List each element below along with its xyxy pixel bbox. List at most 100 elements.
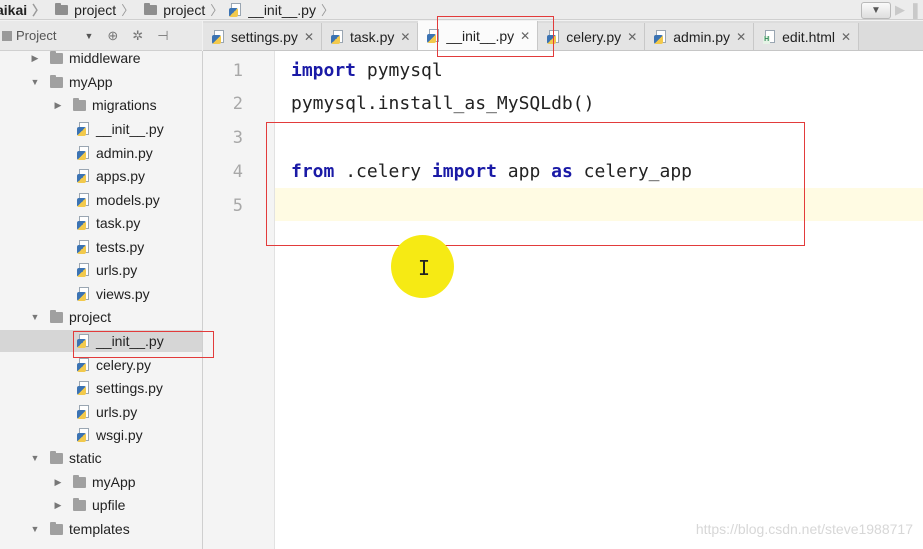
chevron-down-icon[interactable]: ▼ bbox=[30, 524, 40, 534]
close-icon[interactable]: ✕ bbox=[400, 30, 410, 44]
keyword-import: import bbox=[291, 60, 357, 81]
python-file-icon bbox=[77, 193, 91, 207]
tree-folder-static-myapp[interactable]: ▶ myApp bbox=[0, 471, 202, 493]
tab-label: task.py bbox=[350, 28, 395, 45]
html-file-icon: H bbox=[763, 29, 777, 44]
tree-label: myApp bbox=[69, 74, 113, 90]
python-file-icon bbox=[77, 122, 91, 136]
close-icon[interactable]: ✕ bbox=[627, 30, 637, 44]
python-file-icon bbox=[77, 287, 91, 301]
annotation-box-tab bbox=[437, 16, 554, 57]
breadcrumb-label: project bbox=[163, 1, 206, 18]
tree-label: celery.py bbox=[96, 357, 151, 373]
tree-label: upfile bbox=[92, 497, 126, 513]
tree-folder-migrations[interactable]: ▶ migrations bbox=[0, 94, 202, 116]
tree-file[interactable]: urls.py bbox=[0, 401, 202, 423]
run-controls: ▼ ▶ ▌ bbox=[861, 0, 923, 20]
line-number: 1 bbox=[232, 61, 243, 81]
folder-icon bbox=[55, 2, 69, 15]
tree-label: middleware bbox=[69, 51, 141, 66]
code-text: pymysql.install_as_MySQLdb() bbox=[291, 93, 595, 114]
tree-label: urls.py bbox=[96, 262, 138, 278]
project-toolbar: Project ▼ ⊕ ✲ ⊣ bbox=[0, 21, 202, 51]
tree-file[interactable]: views.py bbox=[0, 283, 202, 305]
tree-label: apps.py bbox=[96, 168, 146, 184]
tab-label: settings.py bbox=[231, 28, 298, 45]
breadcrumb-item[interactable]: aikai 〉 bbox=[0, 0, 51, 20]
tab-settings-py[interactable]: settings.py ✕ bbox=[203, 23, 322, 50]
chevron-down-icon[interactable]: ▼ bbox=[84, 31, 93, 41]
annotation-box-code bbox=[266, 122, 805, 246]
chevron-right-icon[interactable]: ▶ bbox=[53, 477, 63, 488]
editor-tabs: settings.py ✕ task.py ✕ __init__.py ✕ ce… bbox=[203, 21, 923, 51]
python-file-icon bbox=[77, 146, 91, 160]
tab-label: edit.html bbox=[782, 28, 836, 45]
tree-file[interactable]: tests.py bbox=[0, 236, 202, 258]
tree-label: wsgi.py bbox=[96, 427, 143, 443]
tab-admin-py[interactable]: admin.py ✕ bbox=[645, 23, 755, 50]
tree-label: views.py bbox=[96, 286, 150, 302]
tree-folder-templates[interactable]: ▼ templates bbox=[0, 518, 202, 540]
tree-file[interactable]: task.py bbox=[0, 212, 202, 234]
tree-file[interactable]: admin.py bbox=[0, 142, 202, 164]
close-icon[interactable]: ✕ bbox=[304, 30, 314, 44]
breadcrumb-label: __init__.py bbox=[248, 1, 316, 18]
scroll-from-source-icon[interactable]: ⊕ bbox=[107, 28, 118, 44]
debug-icon[interactable]: ▌ bbox=[913, 3, 923, 18]
tree-label: tests.py bbox=[96, 239, 145, 255]
tree-folder-static[interactable]: ▼ static bbox=[0, 447, 202, 469]
chevron-right-icon[interactable]: ▶ bbox=[30, 53, 40, 64]
tree-folder-project[interactable]: ▼ project bbox=[0, 306, 202, 328]
run-icon[interactable]: ▶ bbox=[895, 2, 909, 18]
tree-file[interactable]: urls.py bbox=[0, 259, 202, 281]
python-file-icon bbox=[77, 405, 91, 419]
chevron-right-icon[interactable]: ▶ bbox=[53, 100, 63, 111]
chevron-down-icon[interactable]: ▼ bbox=[30, 77, 40, 87]
annotation-box-tree bbox=[73, 331, 214, 358]
project-view-label[interactable]: Project bbox=[16, 28, 56, 43]
code-text: pymysql bbox=[356, 60, 443, 81]
tree-file[interactable]: apps.py bbox=[0, 165, 202, 187]
python-file-icon bbox=[77, 381, 91, 395]
tree-folder-upfile[interactable]: ▶ upfile bbox=[0, 494, 202, 516]
line-number: 5 bbox=[232, 196, 243, 216]
gear-icon[interactable]: ✲ bbox=[132, 28, 143, 44]
chevron-down-icon[interactable]: ▼ bbox=[30, 453, 40, 463]
python-file-icon bbox=[331, 29, 345, 44]
breadcrumb-item[interactable]: __init__.py 〉 bbox=[229, 0, 340, 20]
python-file-icon bbox=[654, 29, 668, 44]
tab-celery-py[interactable]: celery.py ✕ bbox=[538, 23, 646, 50]
chevron-right-icon: 〉 bbox=[210, 3, 224, 18]
python-file-icon bbox=[229, 2, 243, 17]
tree-file[interactable]: settings.py bbox=[0, 377, 202, 399]
python-file-icon bbox=[77, 358, 91, 372]
chevron-down-icon: ▼ bbox=[871, 4, 881, 16]
tree-file[interactable]: wsgi.py bbox=[0, 424, 202, 446]
tree-file[interactable]: __init__.py bbox=[0, 118, 202, 140]
tree-folder-myapp[interactable]: ▼ myApp bbox=[0, 71, 202, 93]
hide-panel-icon[interactable]: ⊣ bbox=[157, 28, 168, 44]
folder-icon bbox=[50, 450, 63, 464]
tree-label: urls.py bbox=[96, 404, 138, 420]
tree-folder-middleware[interactable]: ▶ middleware bbox=[0, 51, 202, 69]
python-file-icon bbox=[77, 428, 91, 442]
tree-label: migrations bbox=[92, 97, 157, 113]
chevron-right-icon[interactable]: ▶ bbox=[53, 500, 63, 511]
python-file-icon bbox=[77, 169, 91, 183]
tab-task-py[interactable]: task.py ✕ bbox=[322, 23, 419, 50]
code-line-1: import pymysql bbox=[291, 60, 443, 81]
close-icon[interactable]: ✕ bbox=[736, 30, 746, 44]
chevron-down-icon[interactable]: ▼ bbox=[30, 312, 40, 322]
line-number-gutter: 1 2 3 4 5 bbox=[203, 51, 275, 549]
breadcrumb-label: aikai bbox=[0, 1, 28, 18]
tab-edit-html[interactable]: H edit.html ✕ bbox=[754, 23, 860, 50]
run-config-dropdown[interactable]: ▼ bbox=[861, 1, 891, 19]
breadcrumb-item[interactable]: project 〉 bbox=[140, 0, 229, 20]
close-icon[interactable]: ✕ bbox=[841, 30, 851, 44]
tree-label: models.py bbox=[96, 192, 160, 208]
folder-icon bbox=[73, 474, 86, 488]
chevron-right-icon: 〉 bbox=[121, 3, 135, 18]
breadcrumb-item[interactable]: project 〉 bbox=[51, 0, 140, 20]
tree-label: templates bbox=[69, 521, 130, 537]
tree-file[interactable]: models.py bbox=[0, 189, 202, 211]
